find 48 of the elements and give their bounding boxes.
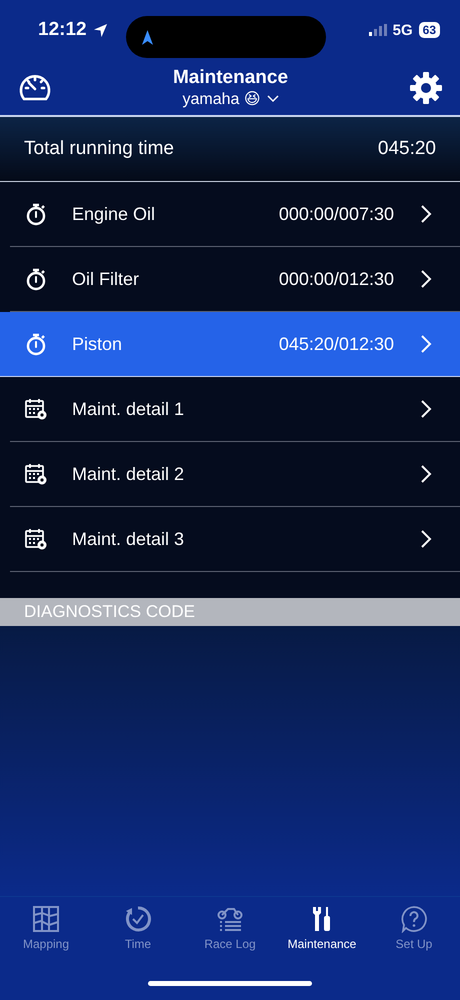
tab[interactable]: Race Log <box>185 905 275 965</box>
stopwatch-icon <box>24 202 48 226</box>
row-value: 000:00/012:30 <box>278 268 394 290</box>
total-value: 045:20 <box>378 138 436 160</box>
location-arrow-icon <box>92 22 108 38</box>
section-header: DIAGNOSTICS CODE <box>0 598 460 626</box>
chevron-right-icon <box>420 334 432 354</box>
motorcycle-list-icon <box>216 905 244 933</box>
tab[interactable]: Mapping <box>1 905 91 965</box>
tab[interactable]: Maintenance <box>277 905 367 965</box>
network-label: 5G <box>392 22 413 38</box>
row-label: Maint. detail 2 <box>72 464 184 484</box>
chevron-right-icon <box>420 269 432 289</box>
row-label: Maint. detail 3 <box>72 528 184 550</box>
map-icon <box>32 905 60 933</box>
battery-indicator: 63 <box>418 22 440 38</box>
maintenance-row[interactable]: Maint. detail 1 <box>10 377 460 442</box>
settings-icon[interactable] <box>408 70 444 106</box>
calendar-gear-icon <box>24 397 48 421</box>
vehicle-selector[interactable]: yamaha 😆 <box>182 88 279 108</box>
maintenance-row[interactable]: Engine Oil 000:00/007:30 <box>10 182 460 247</box>
chevron-down-icon <box>266 94 279 102</box>
status-time: 12:12 <box>38 19 87 41</box>
total-label: Total running time <box>24 138 174 160</box>
calendar-gear-icon <box>24 462 48 486</box>
row-label: Maint. detail 1 <box>72 398 184 420</box>
stopwatch-icon <box>24 267 48 291</box>
chevron-right-icon <box>420 399 432 419</box>
signal-icon <box>368 24 387 36</box>
chevron-right-icon <box>420 204 432 224</box>
row-label: Engine Oil <box>72 204 156 224</box>
navigation-arrow-icon <box>142 30 153 44</box>
chevron-right-icon <box>420 464 432 484</box>
row-label: Oil Filter <box>72 268 139 290</box>
tab[interactable]: Set Up <box>369 905 459 965</box>
row-value: 000:00/007:30 <box>278 204 394 224</box>
maintenance-row[interactable]: Maint. detail 2 <box>10 442 460 507</box>
maintenance-row[interactable]: Maint. detail 3 <box>10 507 460 572</box>
tab[interactable]: Time <box>93 905 183 965</box>
stopwatch-icon <box>24 332 48 356</box>
clock-icon <box>124 905 152 933</box>
help-bubble-icon <box>400 905 428 933</box>
chevron-right-icon <box>420 529 432 549</box>
row-value: 045:20/012:30 <box>278 334 394 354</box>
calendar-gear-icon <box>24 527 48 551</box>
screen-title: Maintenance <box>172 66 288 88</box>
maintenance-row[interactable]: Piston 045:20/012:30 <box>0 312 460 377</box>
row-label: Piston <box>72 334 122 354</box>
